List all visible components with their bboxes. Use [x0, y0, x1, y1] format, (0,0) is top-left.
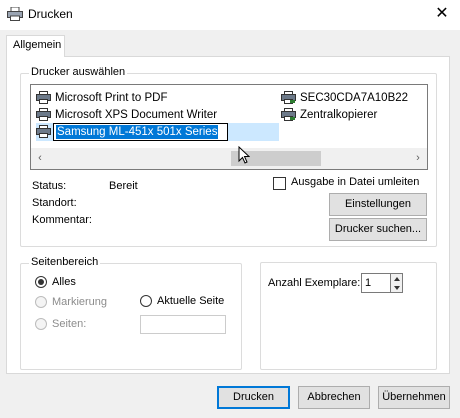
cancel-button-label: Abbrechen	[307, 391, 361, 403]
printer-name: Zentralkopierer	[300, 109, 378, 121]
printer-icon	[36, 108, 51, 121]
radio-current-page-label[interactable]: Aktuelle Seite	[157, 295, 224, 307]
printer-name: Microsoft Print to PDF	[55, 92, 168, 104]
status-value: Bereit	[109, 180, 138, 192]
scroll-right-icon[interactable]: ›	[411, 151, 425, 166]
radio-all-label[interactable]: Alles	[52, 276, 76, 288]
copies-spinner[interactable]	[390, 273, 403, 293]
page-range-label: Seitenbereich	[29, 256, 101, 268]
print-button[interactable]: Drucken	[217, 386, 290, 409]
printer-item-samsung[interactable]: Samsung ML-451x 501x Series	[36, 123, 279, 141]
close-icon[interactable]: ✕	[424, 0, 460, 30]
printer-name: SEC30CDA7A10B22	[300, 92, 409, 104]
printer-icon	[36, 125, 51, 138]
print-to-file-checkbox[interactable]	[273, 177, 286, 190]
status-label: Status:	[32, 180, 67, 192]
tab-label: Allgemein	[13, 39, 62, 51]
find-printer-button-label: Drucker suchen...	[334, 223, 422, 235]
print-to-file-label[interactable]: Ausgabe in Datei umleiten	[291, 176, 419, 188]
scroll-left-icon[interactable]: ‹	[33, 151, 47, 166]
window-title: Drucken	[28, 7, 73, 21]
apply-button-label: Übernehmen	[382, 391, 446, 403]
printer-name: Microsoft XPS Document Writer	[55, 109, 218, 121]
printer-icon	[7, 7, 23, 21]
location-label: Standort:	[32, 197, 77, 209]
printer-group-label: Drucker auswählen	[29, 66, 128, 78]
radio-current-page[interactable]	[140, 295, 152, 307]
find-printer-button[interactable]: Drucker suchen...	[329, 218, 427, 241]
spin-up-icon[interactable]	[394, 277, 400, 281]
radio-all[interactable]	[35, 276, 47, 288]
comment-label: Kommentar:	[32, 214, 92, 226]
printer-item-xps[interactable]: Microsoft XPS Document Writer	[36, 107, 276, 123]
horizontal-scrollbar[interactable]: ‹ ›	[31, 148, 427, 169]
printer-item-pdf[interactable]: Microsoft Print to PDF	[36, 90, 256, 106]
printer-item-sec[interactable]: SEC30CDA7A10B22	[281, 90, 421, 106]
printer-name-selected: Samsung ML-451x 501x Series	[56, 125, 219, 139]
radio-selection-label[interactable]: Markierung	[52, 296, 107, 308]
print-button-label: Drucken	[233, 391, 274, 403]
settings-button[interactable]: Einstellungen	[329, 193, 427, 216]
radio-selection[interactable]	[35, 296, 47, 308]
spin-down-icon[interactable]	[394, 286, 400, 290]
apply-button[interactable]: Übernehmen	[378, 386, 450, 409]
printer-rename-field[interactable]: Samsung ML-451x 501x Series	[53, 123, 228, 141]
mouse-cursor-icon	[238, 146, 250, 164]
pages-input[interactable]	[140, 315, 226, 334]
printer-icon	[36, 91, 51, 104]
radio-pages[interactable]	[35, 318, 47, 330]
tab-allgemein[interactable]: Allgemein	[6, 35, 65, 57]
copies-input[interactable]: 1	[361, 273, 391, 293]
copies-label: Anzahl Exemplare:	[268, 277, 361, 289]
network-printer-icon	[281, 91, 296, 104]
radio-pages-label[interactable]: Seiten:	[52, 318, 86, 330]
network-printer-icon	[281, 108, 296, 121]
settings-button-label: Einstellungen	[344, 198, 412, 210]
cancel-button[interactable]: Abbrechen	[298, 386, 370, 409]
printer-item-zentral[interactable]: Zentralkopierer	[281, 107, 421, 123]
copies-value: 1	[365, 277, 372, 289]
